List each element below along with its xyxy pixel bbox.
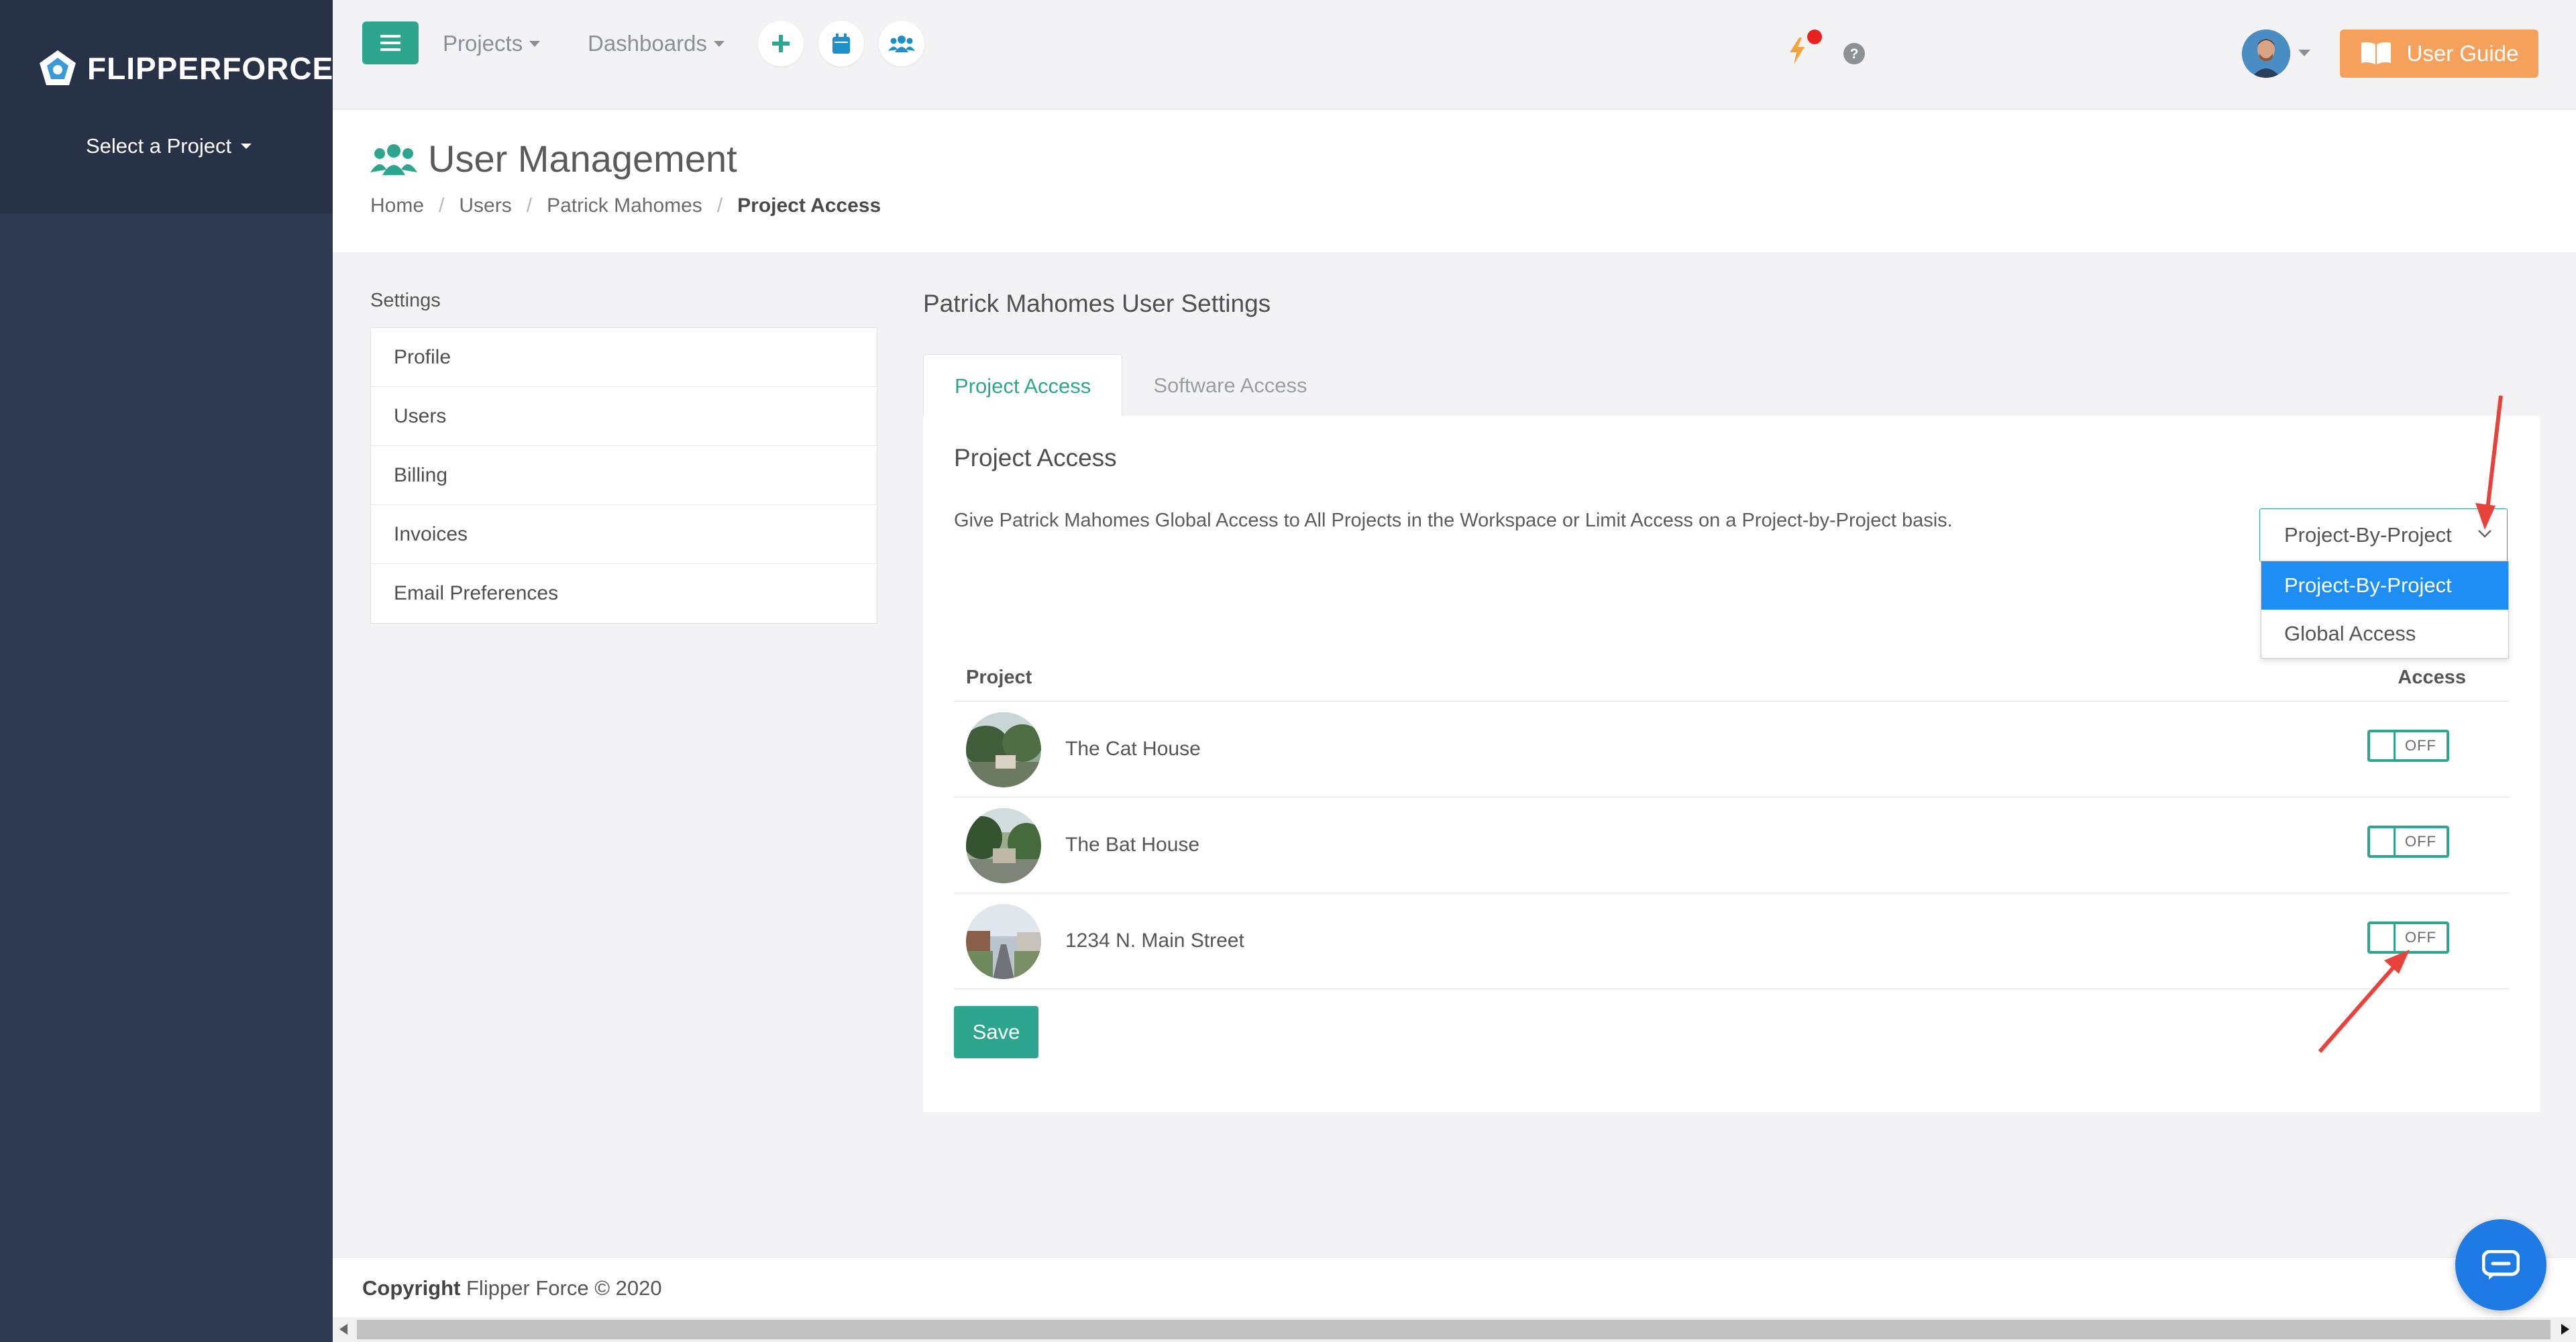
breadcrumb-separator: /	[526, 194, 533, 217]
scroll-left-icon[interactable]	[339, 1324, 347, 1335]
projects-dropdown[interactable]: Projects	[443, 31, 541, 56]
access-mode-dropdown: Project-By-Project Global Access	[2261, 561, 2509, 659]
user-settings-title: Patrick Mahomes User Settings	[923, 290, 1271, 317]
lightning-icon[interactable]	[1788, 38, 1806, 64]
scrollbar-thumb[interactable]	[357, 1320, 2551, 1339]
tab-software-access[interactable]: Software Access	[1122, 354, 1338, 417]
breadcrumb-separator: /	[439, 194, 445, 217]
access-toggle[interactable]: OFF	[2367, 826, 2449, 858]
dashboards-dropdown[interactable]: Dashboards	[588, 31, 724, 56]
users-icon	[888, 36, 915, 52]
toggle-knob	[2370, 924, 2396, 951]
column-project: Project	[966, 667, 1032, 688]
settings-item-invoices[interactable]: Invoices	[371, 505, 877, 564]
calendar-icon	[833, 34, 850, 54]
footer: Copyright Flipper Force © 2020	[333, 1257, 2576, 1317]
hamburger-icon	[380, 35, 400, 51]
toggle-state: OFF	[2405, 737, 2436, 754]
breadcrumb-current: Project Access	[737, 194, 881, 217]
plus-icon	[772, 35, 790, 52]
caret-down-icon[interactable]	[2298, 50, 2310, 56]
copyright-text: Copyright Flipper Force © 2020	[362, 1276, 662, 1300]
horizontal-scrollbar[interactable]	[333, 1317, 2576, 1342]
brand-logo[interactable]: FLIPPERFORCE	[38, 48, 333, 89]
team-button[interactable]	[879, 21, 924, 66]
svg-text:?: ?	[1850, 46, 1859, 62]
settings-menu: Profile Users Billing Invoices Email Pre…	[370, 327, 877, 624]
breadcrumb-users[interactable]: Users	[459, 194, 511, 217]
option-global-access[interactable]: Global Access	[2261, 610, 2508, 658]
option-project-by-project[interactable]: Project-By-Project	[2261, 561, 2508, 610]
settings-item-email-preferences[interactable]: Email Preferences	[371, 564, 877, 623]
chevron-down-icon	[2478, 530, 2491, 538]
page-title: User Management	[370, 137, 737, 180]
table-row: The Bat House OFF	[954, 797, 2509, 893]
settings-heading: Settings	[370, 290, 441, 311]
user-guide-button[interactable]: User Guide	[2340, 30, 2538, 78]
caret-down-icon	[241, 144, 252, 149]
project-selector[interactable]: Select a Project	[86, 134, 252, 158]
sidebar: FLIPPERFORCE Select a Project	[0, 0, 333, 1342]
settings-item-users[interactable]: Users	[371, 387, 877, 446]
breadcrumb: Home / Users / Patrick Mahomes / Project…	[370, 194, 881, 217]
project-access-panel: Project Access Give Patrick Mahomes Glob…	[923, 416, 2540, 1112]
panel-description: Give Patrick Mahomes Global Access to Al…	[954, 510, 1953, 531]
sidebar-header	[0, 0, 333, 213]
toggle-state: OFF	[2405, 833, 2436, 850]
page-header: User Management Home / Users / Patrick M…	[333, 110, 2576, 252]
project-thumbnail	[966, 712, 1041, 787]
book-icon	[2361, 42, 2391, 64]
question-circle-icon[interactable]: ?	[1843, 43, 1865, 64]
chat-button[interactable]	[2455, 1219, 2546, 1310]
add-button[interactable]	[758, 21, 804, 66]
toggle-knob	[2370, 732, 2396, 759]
project-name: 1234 N. Main Street	[1065, 930, 1244, 952]
copyright-owner: Flipper Force © 2020	[466, 1276, 662, 1300]
toggle-state: OFF	[2405, 929, 2436, 946]
brand-name: FLIPPERFORCE	[87, 51, 334, 86]
menu-toggle-button[interactable]	[362, 21, 419, 64]
dashboards-label: Dashboards	[588, 31, 707, 56]
page-title-text: User Management	[428, 137, 737, 180]
toggle-knob	[2370, 828, 2396, 855]
users-icon	[370, 144, 417, 175]
chat-icon	[2482, 1250, 2520, 1280]
access-mode-value: Project-By-Project	[2284, 523, 2452, 547]
table-row: 1234 N. Main Street OFF	[954, 893, 2509, 989]
caret-down-icon	[713, 40, 724, 47]
user-avatar[interactable]	[2242, 30, 2290, 78]
settings-tabs: Project Access Software Access	[923, 354, 1338, 417]
breadcrumb-user[interactable]: Patrick Mahomes	[547, 194, 702, 217]
panel-title: Project Access	[954, 444, 1117, 471]
settings-item-profile[interactable]: Profile	[371, 328, 877, 387]
project-thumbnail	[966, 808, 1041, 883]
access-toggle[interactable]: OFF	[2367, 730, 2449, 762]
projects-label: Projects	[443, 31, 523, 56]
access-toggle[interactable]: OFF	[2367, 921, 2449, 954]
tab-project-access[interactable]: Project Access	[923, 354, 1123, 417]
table-row: The Cat House OFF	[954, 702, 2509, 797]
copyright-label: Copyright	[362, 1276, 461, 1300]
save-button[interactable]: Save	[954, 1006, 1038, 1058]
notification-badge	[1807, 30, 1822, 44]
user-guide-label: User Guide	[2406, 41, 2519, 66]
project-selector-label: Select a Project	[86, 134, 232, 158]
breadcrumb-separator: /	[716, 194, 723, 217]
project-name: The Cat House	[1065, 738, 1201, 760]
access-mode-select[interactable]: Project-By-Project	[2259, 508, 2508, 562]
project-name: The Bat House	[1065, 834, 1200, 856]
scroll-right-icon[interactable]	[2561, 1324, 2569, 1335]
caret-down-icon	[529, 40, 541, 47]
column-access: Access	[2398, 667, 2466, 688]
project-thumbnail	[966, 904, 1041, 979]
pentagon-logo-icon	[40, 50, 76, 85]
avatar-image	[2242, 30, 2290, 78]
calendar-button[interactable]	[818, 21, 864, 66]
settings-item-billing[interactable]: Billing	[371, 446, 877, 505]
breadcrumb-home[interactable]: Home	[370, 194, 424, 217]
top-navbar: Projects Dashboards	[333, 0, 2576, 109]
